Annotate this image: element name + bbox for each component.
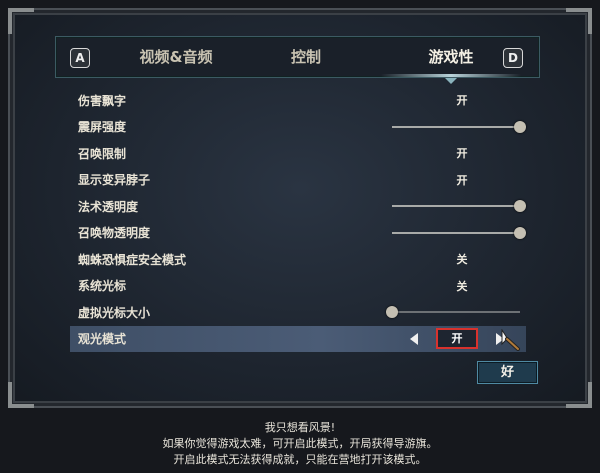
setting-label: 震屏强度 [78,120,127,135]
ok-button[interactable]: 好 [477,361,538,384]
description-line: 开启此模式无法获得成就，只能在营地打开该模式。 [173,453,427,466]
setting-screen-shake[interactable]: 震屏强度 [70,114,530,141]
setting-label: 观光模式 [78,332,127,347]
slider-fill [392,205,520,208]
setting-spell-opacity[interactable]: 法术透明度 [70,193,530,220]
setting-mutant-neck[interactable]: 显示变异脖子 开 [70,167,530,194]
frame-corner [8,382,34,408]
setting-tourist-mode[interactable]: 观光模式 开 [70,325,526,352]
toggle-value[interactable]: 开 [452,92,472,108]
toggle-value[interactable]: 开 [452,172,472,188]
setting-label: 伤害飘字 [78,93,127,108]
setting-label: 法术透明度 [78,199,139,214]
slider-fill [392,231,520,234]
setting-label: 虚拟光标大小 [78,305,151,320]
setting-label: 召唤物透明度 [78,226,151,241]
arrow-left-icon[interactable] [410,332,418,345]
setting-arachnophobia-mode[interactable]: 蜘蛛恐惧症安全模式 关 [70,246,530,273]
setting-damage-numbers[interactable]: 伤害飘字 开 [70,87,530,114]
settings-list: 伤害飘字 开 震屏强度 召唤限制 开 显示变异脖子 开 法术透明度 召唤物透明度… [70,87,530,352]
slider-knob[interactable] [514,120,526,133]
slider-knob[interactable] [386,306,398,319]
settings-tab-bar: A 视频&音频 控制 游戏性 D [55,36,540,84]
frame-corner [566,382,592,408]
setting-summon-opacity[interactable]: 召唤物透明度 [70,220,530,247]
tab-gameplay[interactable]: 游戏性 [381,37,521,84]
mode-description: 我只想看风景! 如果你觉得游戏太难，可开启此模式，开局获得导游旗。 开启此模式无… [0,420,600,468]
description-line: 如果你觉得游戏太难，可开启此模式，开局获得导游旗。 [162,437,438,450]
slider-knob[interactable] [514,200,526,213]
tourist-mode-value[interactable]: 开 [436,327,478,349]
slider-fill [392,125,520,128]
setting-virtual-cursor-size[interactable]: 虚拟光标大小 [70,299,530,326]
spell-opacity-slider[interactable] [392,200,526,213]
virtual-cursor-size-slider[interactable] [386,306,520,319]
summon-opacity-slider[interactable] [392,226,526,239]
setting-system-cursor[interactable]: 系统光标 关 [70,273,530,300]
slider-knob[interactable] [514,226,526,239]
setting-label: 系统光标 [78,279,127,294]
screen-shake-slider[interactable] [392,120,526,133]
setting-label: 蜘蛛恐惧症安全模式 [78,252,187,267]
setting-label: 召唤限制 [78,146,127,161]
description-line: 我只想看风景! [264,421,336,434]
key-d-icon[interactable]: D [503,48,523,68]
toggle-value[interactable]: 开 [452,145,472,161]
setting-summon-limit[interactable]: 召唤限制 开 [70,140,530,167]
key-a-icon[interactable]: A [70,48,90,68]
wand-cursor-icon [501,328,520,351]
tab-controls[interactable]: 控制 [246,37,366,77]
toggle-value[interactable]: 关 [452,278,472,294]
frame-corner [566,8,592,34]
tab-video-audio[interactable]: 视频&音频 [116,37,236,77]
frame-corner [8,8,34,34]
setting-label: 显示变异脖子 [78,173,151,188]
toggle-value[interactable]: 关 [452,251,472,267]
